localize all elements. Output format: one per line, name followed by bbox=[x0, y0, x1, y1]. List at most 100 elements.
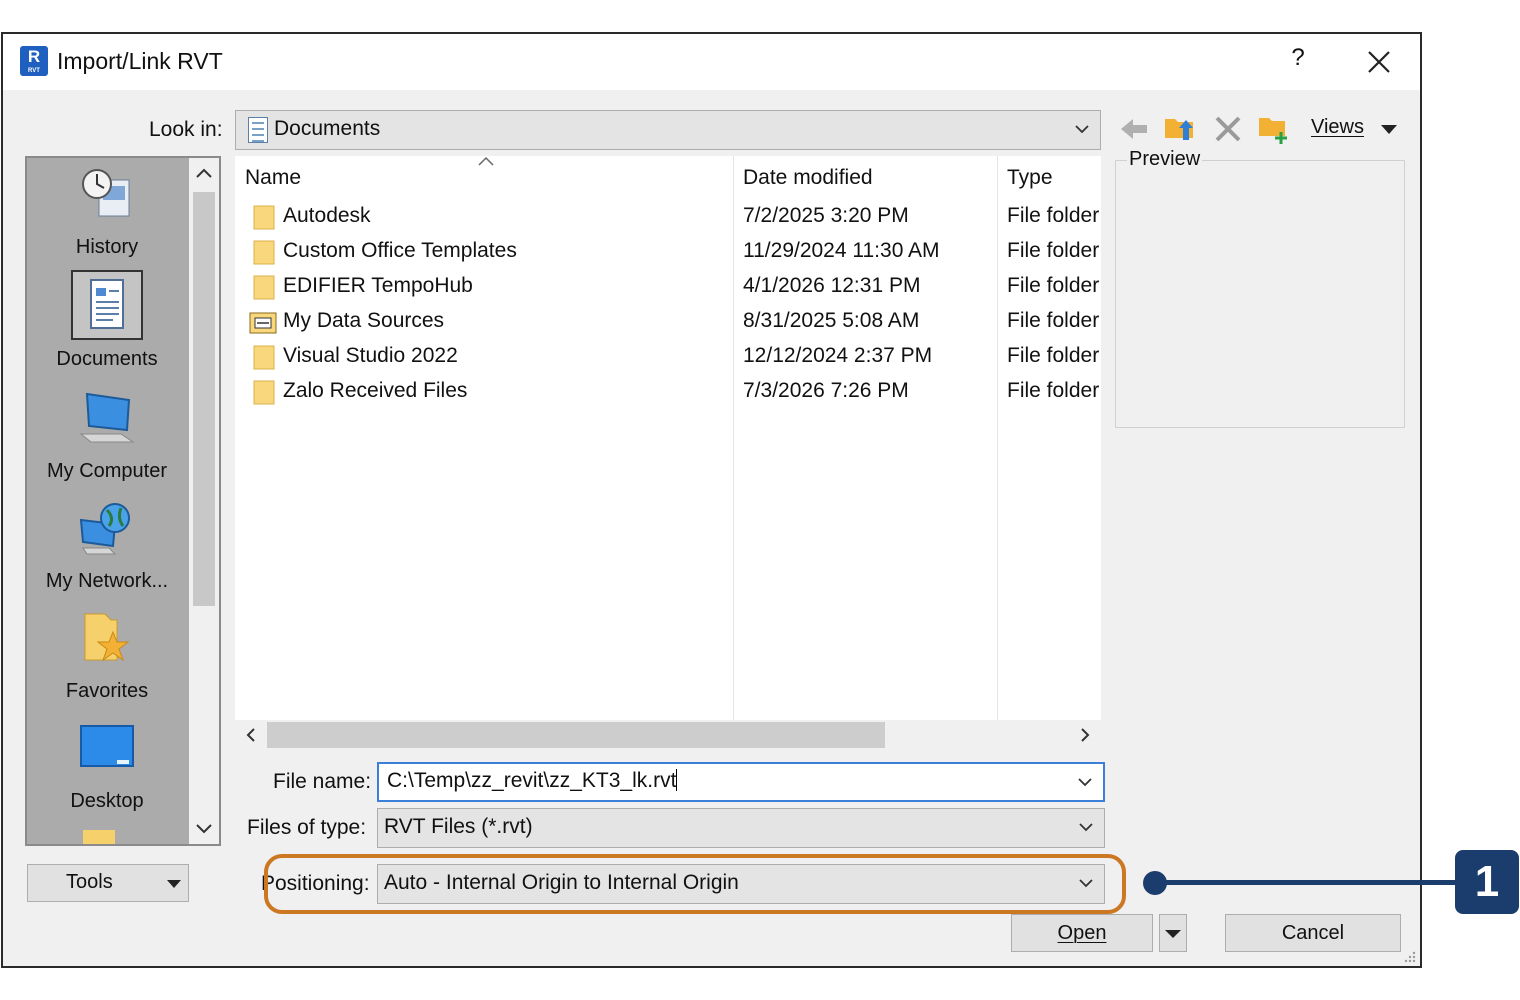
tools-dropdown-arrow-icon bbox=[167, 880, 181, 888]
chevron-down-icon bbox=[1075, 125, 1089, 134]
files-of-type-dropdown[interactable]: RVT Files (*.rvt) bbox=[377, 808, 1105, 848]
file-row-custom-office-templates[interactable]: Custom Office Templates 11/29/2024 11:30… bbox=[235, 235, 1101, 270]
folder-icon bbox=[253, 345, 275, 370]
desktop-icon bbox=[77, 720, 137, 776]
place-label: My Computer bbox=[46, 460, 168, 482]
app-icon-letter: R bbox=[27, 47, 41, 66]
folder-icon bbox=[253, 240, 275, 265]
place-my-computer[interactable]: My Computer bbox=[29, 390, 185, 483]
close-icon[interactable] bbox=[1361, 44, 1397, 80]
file-date: 4/1/2026 12:31 PM bbox=[743, 274, 921, 297]
file-list-hscrollbar[interactable] bbox=[235, 720, 1101, 750]
places-scroll-thumb[interactable] bbox=[193, 192, 215, 606]
file-name: Autodesk bbox=[283, 204, 371, 227]
folder-icon bbox=[253, 275, 275, 300]
folder-partial-icon bbox=[83, 830, 115, 844]
look-in-dropdown[interactable]: Documents bbox=[235, 110, 1101, 150]
tools-label: Tools bbox=[66, 871, 113, 893]
column-header-date[interactable]: Date modified bbox=[743, 166, 873, 190]
open-label: Open bbox=[1057, 922, 1107, 944]
open-dropdown-arrow-icon bbox=[1165, 930, 1181, 938]
file-date: 12/12/2024 2:37 PM bbox=[743, 344, 933, 367]
file-date: 11/29/2024 11:30 AM bbox=[743, 239, 940, 262]
open-options-button[interactable] bbox=[1159, 914, 1187, 952]
file-type: File folder bbox=[1007, 344, 1100, 367]
sort-ascending-icon bbox=[478, 156, 494, 166]
place-label: Favorites bbox=[65, 680, 149, 702]
preview-label: Preview bbox=[1127, 148, 1203, 171]
help-button[interactable]: ? bbox=[1283, 44, 1313, 78]
place-label: Desktop bbox=[70, 790, 144, 812]
file-name-label: File name: bbox=[273, 770, 372, 793]
favorites-icon bbox=[77, 610, 137, 666]
place-favorites[interactable]: Favorites bbox=[29, 610, 185, 703]
views-label: Views bbox=[1311, 116, 1364, 138]
folder-icon bbox=[253, 380, 275, 405]
data-sources-folder-icon bbox=[249, 312, 277, 334]
hscroll-thumb[interactable] bbox=[267, 722, 885, 748]
file-row-visual-studio-2022[interactable]: Visual Studio 2022 12/12/2024 2:37 PM Fi… bbox=[235, 340, 1101, 375]
positioning-highlight bbox=[264, 854, 1126, 914]
place-my-network[interactable]: My Network... bbox=[29, 500, 185, 593]
network-icon bbox=[77, 500, 137, 556]
callout-dot bbox=[1143, 871, 1167, 895]
scroll-left-icon[interactable] bbox=[243, 727, 259, 743]
views-dropdown-arrow-icon[interactable] bbox=[1379, 122, 1399, 136]
file-date: 7/3/2026 7:26 PM bbox=[743, 379, 909, 402]
files-of-type-value: RVT Files (*.rvt) bbox=[384, 815, 533, 838]
import-link-dialog: R RVT Import/Link RVT ? Look in: Documen… bbox=[1, 32, 1422, 968]
file-row-my-data-sources[interactable]: My Data Sources 8/31/2025 5:08 AM File f… bbox=[235, 305, 1101, 340]
chevron-down-icon bbox=[1079, 823, 1093, 832]
title-bar: R RVT Import/Link RVT ? bbox=[3, 34, 1420, 90]
file-name: EDIFIER TempoHub bbox=[283, 274, 473, 297]
scroll-right-icon[interactable] bbox=[1077, 727, 1093, 743]
file-row-autodesk[interactable]: Autodesk 7/2/2025 3:20 PM File folder bbox=[235, 200, 1101, 235]
callout-line bbox=[1160, 880, 1456, 885]
place-desktop[interactable]: Desktop bbox=[29, 720, 185, 813]
file-date: 8/31/2025 5:08 AM bbox=[743, 309, 920, 332]
column-header-name[interactable]: Name bbox=[245, 166, 301, 190]
text-caret bbox=[676, 769, 678, 791]
file-type: File folder bbox=[1007, 239, 1100, 262]
back-arrow-icon[interactable] bbox=[1117, 112, 1151, 146]
files-of-type-label: Files of type: bbox=[247, 816, 367, 839]
file-type: File folder bbox=[1007, 309, 1100, 332]
new-folder-icon[interactable] bbox=[1257, 110, 1291, 144]
places-scrollbar[interactable] bbox=[189, 158, 219, 844]
folder-icon bbox=[253, 205, 275, 230]
computer-icon bbox=[77, 390, 137, 446]
history-icon bbox=[77, 166, 137, 222]
callout-badge: 1 bbox=[1455, 850, 1519, 914]
file-type: File folder bbox=[1007, 379, 1100, 402]
cancel-button[interactable]: Cancel bbox=[1225, 914, 1401, 952]
file-type: File folder bbox=[1007, 274, 1100, 297]
column-header-type[interactable]: Type bbox=[1007, 166, 1053, 190]
app-icon-sub: RVT bbox=[28, 68, 40, 74]
folder-up-icon[interactable] bbox=[1163, 110, 1197, 144]
revit-app-icon: R RVT bbox=[20, 46, 48, 76]
file-row-edifier-tempohub[interactable]: EDIFIER TempoHub 4/1/2026 12:31 PM File … bbox=[235, 270, 1101, 305]
place-label: My Network... bbox=[45, 570, 169, 592]
scroll-down-icon[interactable] bbox=[195, 822, 213, 836]
open-button[interactable]: Open bbox=[1011, 914, 1153, 952]
preview-panel bbox=[1115, 160, 1405, 428]
file-name: My Data Sources bbox=[283, 309, 445, 332]
resize-grip-icon[interactable] bbox=[1401, 948, 1417, 964]
chevron-down-icon[interactable] bbox=[1077, 774, 1093, 790]
documents-small-icon bbox=[248, 117, 268, 143]
file-name: Custom Office Templates bbox=[283, 239, 517, 262]
places-bar: History Documents My Computer My Network… bbox=[25, 156, 221, 846]
place-documents[interactable]: Documents bbox=[29, 270, 185, 371]
place-history[interactable]: History bbox=[29, 166, 185, 259]
look-in-label: Look in: bbox=[149, 118, 223, 141]
delete-icon[interactable] bbox=[1211, 112, 1245, 146]
place-label: Documents bbox=[56, 348, 158, 370]
place-label: History bbox=[75, 236, 139, 258]
tools-button[interactable]: Tools bbox=[27, 864, 189, 902]
file-name-input[interactable]: C:\Temp\zz_revit\zz_KT3_lk.rvt bbox=[377, 762, 1105, 802]
file-row-zalo-received-files[interactable]: Zalo Received Files 7/3/2026 7:26 PM Fil… bbox=[235, 375, 1101, 410]
views-menu[interactable]: Views bbox=[1311, 116, 1364, 139]
look-in-value: Documents bbox=[274, 117, 381, 140]
scroll-up-icon[interactable] bbox=[195, 166, 213, 180]
file-name-value: C:\Temp\zz_revit\zz_KT3_lk.rvt bbox=[387, 769, 677, 792]
